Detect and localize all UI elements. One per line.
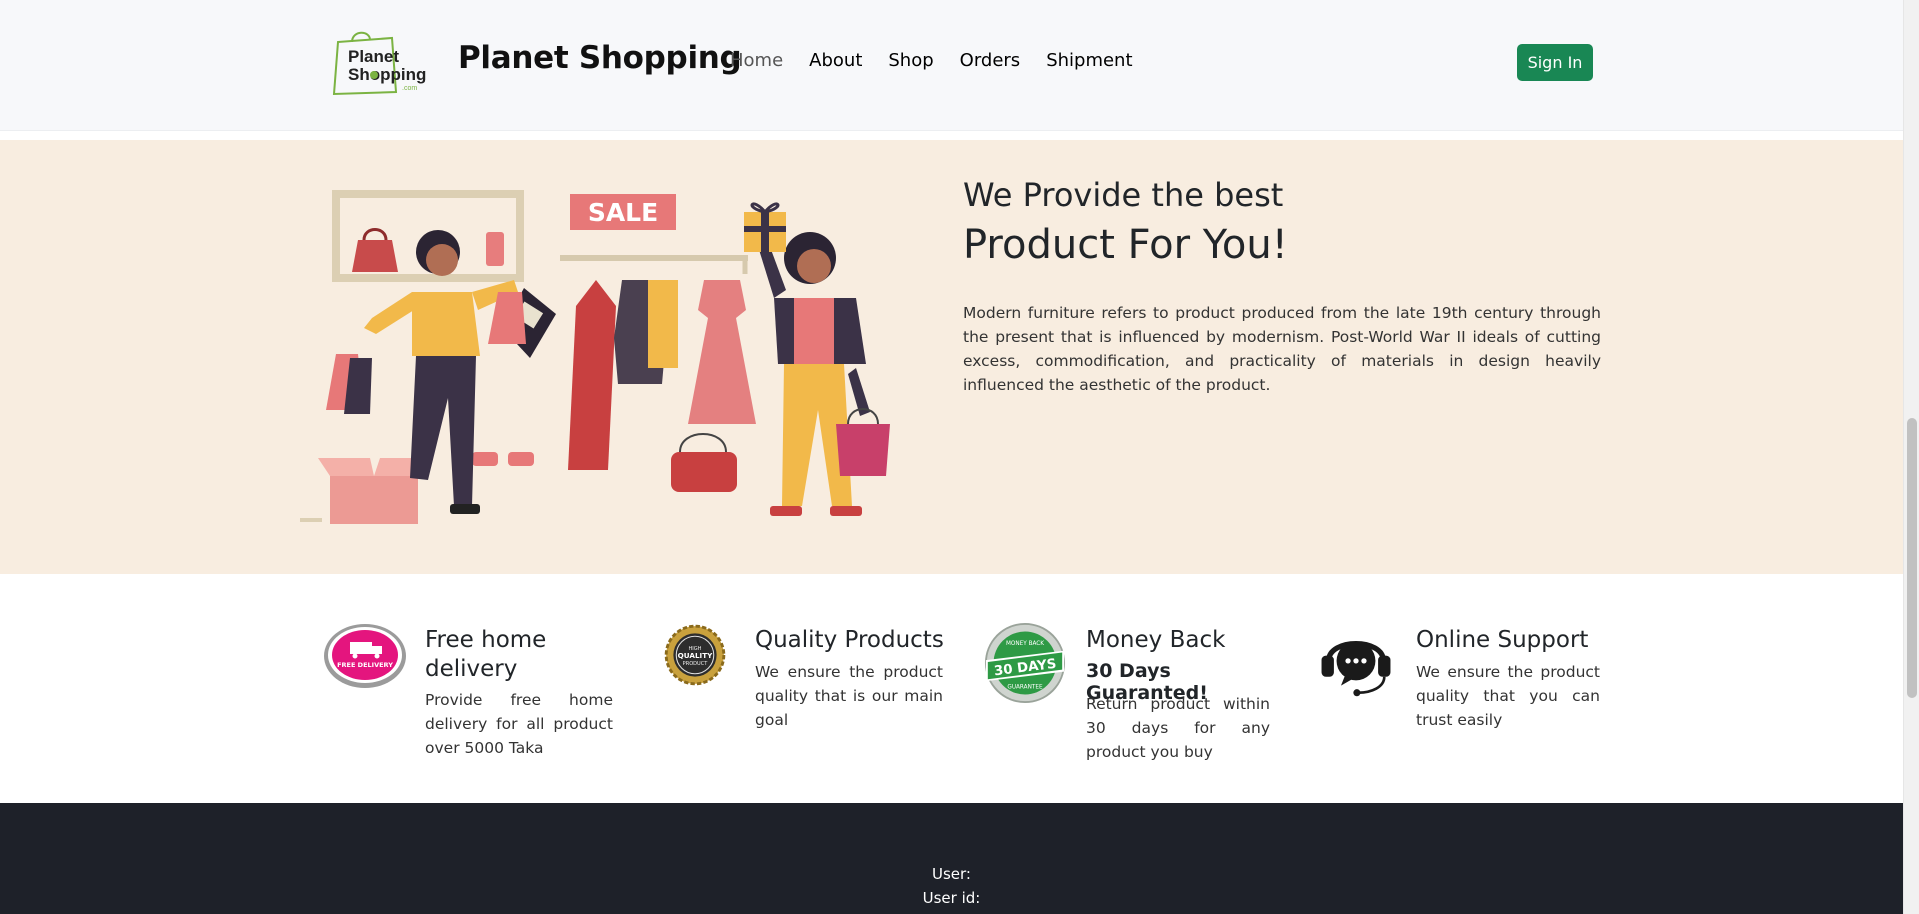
quality-seal-icon: HIGH QUALITY PRODUCT (664, 624, 726, 686)
nav-shop[interactable]: Shop (888, 50, 933, 71)
hero-heading-2: Product For You! (963, 222, 1288, 268)
planet-shopping-logo[interactable]: Planet Shopping .com (330, 28, 426, 96)
nav-about[interactable]: About (809, 50, 862, 71)
scrollbar-thumb[interactable] (1907, 418, 1917, 698)
hero-heading-1: We Provide the best (963, 176, 1284, 214)
svg-text:SALE: SALE (588, 198, 658, 227)
hero-section: SALE We Provide the best Product For You… (0, 140, 1903, 574)
svg-text:FREE DELIVERY: FREE DELIVERY (337, 661, 393, 669)
footer-user-id-label: User id: (922, 889, 981, 907)
site-footer: User: User id: (0, 803, 1903, 914)
feature-desc: Provide free home delivery for all produ… (425, 691, 613, 757)
svg-text:GUARANTEE: GUARANTEE (1007, 685, 1043, 691)
nav-orders[interactable]: Orders (960, 50, 1021, 71)
svg-text:QUALITY: QUALITY (678, 651, 713, 660)
svg-text:.com: .com (402, 85, 417, 92)
main-nav: Home About Shop Orders Shipment (730, 50, 1159, 71)
footer-user-label: User: (932, 865, 971, 883)
sign-in-button[interactable]: Sign In (1517, 44, 1593, 81)
feature-desc: We ensure the product quality that you c… (1416, 663, 1600, 729)
feature-desc: Return product within 30 days for any pr… (1086, 695, 1270, 761)
feature-title: Free home delivery (425, 627, 547, 682)
svg-text:MONEY BACK: MONEY BACK (1006, 641, 1044, 647)
brand-title[interactable]: Planet Shopping (458, 40, 742, 76)
money-back-seal-icon: 30 DAYS MONEY BACK GUARANTEE (984, 622, 1066, 704)
nav-home[interactable]: Home (730, 50, 783, 71)
free-delivery-badge-icon: FREE DELIVERY (324, 624, 406, 688)
page: Planet Shopping .com Planet Shopping Hom… (0, 0, 1903, 914)
shopping-illustration: SALE (300, 190, 890, 524)
feature-title: Quality Products (755, 627, 944, 653)
svg-text:Shopping: Shopping (348, 65, 426, 84)
feature-title: Money Back (1086, 627, 1226, 653)
feature-title: Online Support (1416, 627, 1589, 653)
hero-paragraph: Modern furniture refers to product produ… (963, 304, 1601, 394)
svg-text:Planet: Planet (348, 47, 399, 66)
headset-support-icon (1321, 641, 1391, 697)
page-scrollbar[interactable] (1903, 0, 1919, 914)
svg-text:PRODUCT: PRODUCT (683, 661, 709, 667)
site-header: Planet Shopping .com Planet Shopping Hom… (0, 0, 1903, 131)
nav-shipment[interactable]: Shipment (1046, 50, 1132, 71)
features-section: FREE DELIVERY Free home delivery Provide… (0, 574, 1903, 803)
feature-desc: We ensure the product quality that is ou… (755, 663, 943, 729)
